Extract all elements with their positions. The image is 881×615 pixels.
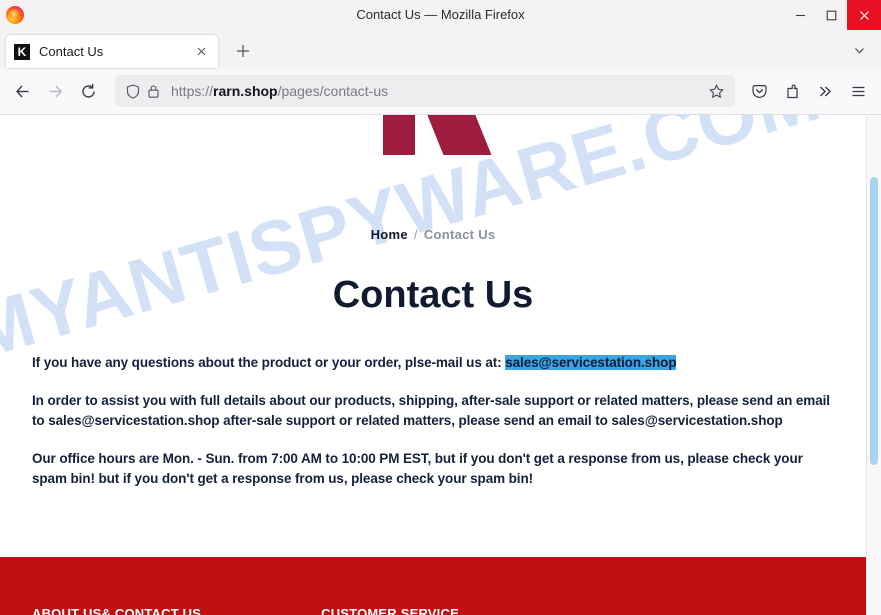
new-tab-button[interactable] [228,36,258,66]
close-button[interactable] [847,0,881,30]
vertical-scrollbar[interactable] [866,115,881,615]
pocket-save-icon[interactable] [743,75,776,108]
app-menu-icon[interactable] [842,75,875,108]
footer-columns: ABOUT US& CONTACT US CUSTOMER SERVICE [32,606,459,615]
window-title: Contact Us — Mozilla Firefox [356,7,525,22]
extensions-icon[interactable] [776,75,809,108]
overflow-menu-icon[interactable] [809,75,842,108]
forward-button[interactable] [39,75,72,108]
logo-shape-left [383,115,415,155]
page-viewport: MYANTISPYWARE.COM Home / Contact Us Contac… [0,114,881,615]
back-button[interactable] [6,75,39,108]
breadcrumb-home-link[interactable]: Home [371,227,408,242]
contact-body-copy: If you have any questions about the prod… [32,353,834,489]
url-path: /pages/contact-us [277,83,389,99]
paragraph-1: If you have any questions about the prod… [32,353,834,373]
logo-shape-right [426,115,492,155]
breadcrumb: Home / Contact Us [32,227,834,242]
firefox-window: Contact Us — Mozilla Firefox K Contact U… [0,0,881,615]
firefox-logo-icon [6,6,24,24]
site-footer: ABOUT US& CONTACT US CUSTOMER SERVICE [0,557,866,615]
lock-icon[interactable] [143,81,163,101]
browser-tab[interactable]: K Contact Us [6,35,218,68]
tab-strip: K Contact Us [0,31,881,68]
url-text[interactable]: https://rarn.shop/pages/contact-us [171,83,705,99]
page-content: Home / Contact Us Contact Us If you have a… [0,227,866,489]
paragraph-2: In order to assist you with full details… [32,393,830,428]
list-all-tabs-icon[interactable] [843,34,875,66]
bookmark-star-icon[interactable] [705,80,727,102]
address-bar[interactable]: https://rarn.shop/pages/contact-us [115,75,735,107]
footer-heading-customer-service: CUSTOMER SERVICE [321,606,459,615]
maximize-button[interactable] [816,0,847,30]
minimize-button[interactable] [785,0,816,30]
breadcrumb-separator: / [413,227,418,242]
site-logo-icon[interactable] [0,115,866,155]
url-scheme: https:// [171,83,214,99]
reload-button[interactable] [72,75,105,108]
web-page: MYANTISPYWARE.COM Home / Contact Us Contac… [0,115,866,615]
email-address-selected[interactable]: sales@servicestation.shop [505,355,677,370]
page-title: Contact Us [332,274,534,316]
paragraph-3: Our office hours are Mon. - Sun. from 7:… [32,451,803,486]
shield-icon[interactable] [123,81,143,101]
footer-heading-about-us: ABOUT US& CONTACT US [32,606,202,615]
paragraph-1-text: If you have any questions about the prod… [32,355,506,370]
scrollbar-thumb[interactable] [870,177,878,465]
window-controls [785,0,881,30]
breadcrumb-current: Contact Us [423,227,496,242]
url-host: rarn.shop [213,83,278,99]
title-bar: Contact Us — Mozilla Firefox [0,0,881,31]
tab-close-icon[interactable] [192,43,210,61]
tab-favicon-icon: K [14,43,30,60]
tab-title: Contact Us [39,44,104,59]
navigation-toolbar: https://rarn.shop/pages/contact-us [0,68,881,114]
